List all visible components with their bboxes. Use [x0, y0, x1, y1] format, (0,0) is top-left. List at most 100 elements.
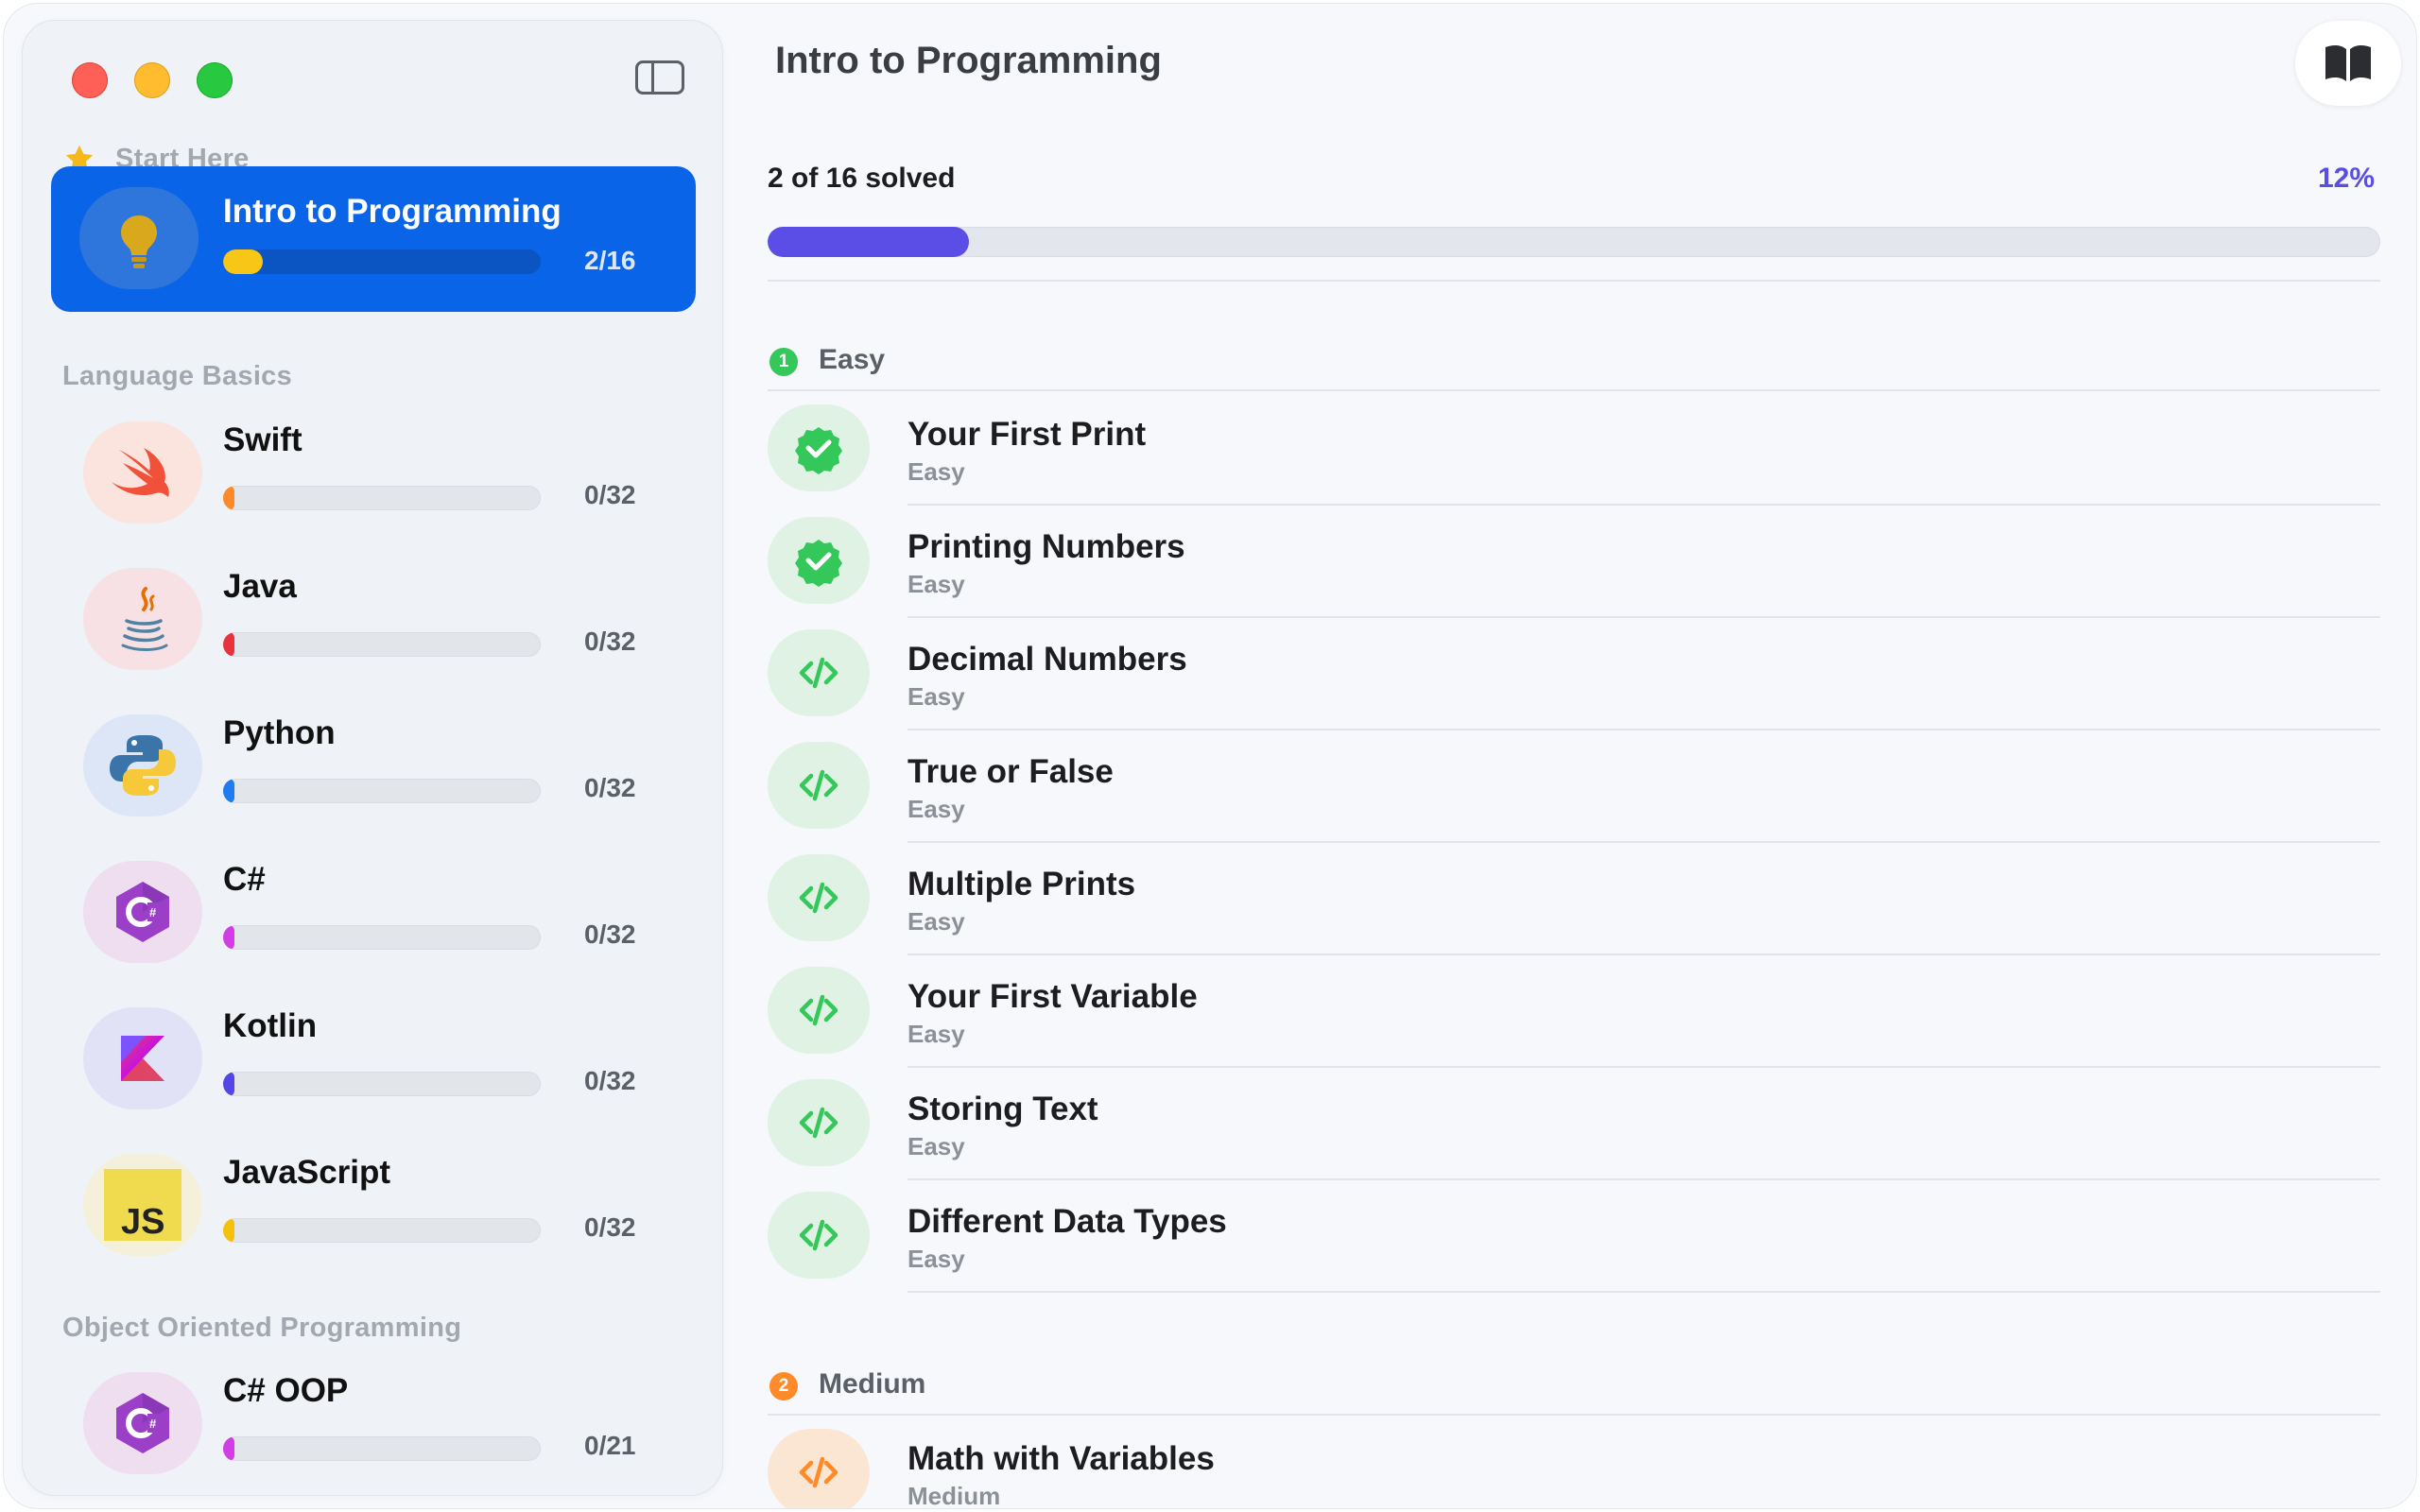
sidebar-item-javascript[interactable]: JS JavaScript 0/32: [51, 1135, 696, 1277]
sidebar-item-label: C# OOP: [223, 1372, 349, 1409]
exercise-row[interactable]: True or False Easy: [768, 729, 2380, 843]
sidebar-item-swift[interactable]: Swift 0/32: [51, 403, 696, 544]
exercise-row[interactable]: Your First Variable Easy: [768, 954, 2380, 1068]
book-icon: [2325, 44, 2371, 81]
sidebar-toggle-icon[interactable]: [635, 60, 684, 94]
exercise-title: True or False: [908, 753, 1114, 790]
exercise-row[interactable]: Multiple Prints Easy: [768, 841, 2380, 955]
code-icon: [768, 629, 870, 716]
progress-fill: [223, 1218, 234, 1243]
sidebar-item-label: Python: [223, 714, 336, 751]
exercise-difficulty: Easy: [908, 907, 965, 936]
sidebar-item-python[interactable]: Python 0/32: [51, 696, 696, 837]
sidebar-item-label: Swift: [223, 421, 302, 458]
exercise-difficulty: Easy: [908, 1245, 965, 1273]
row-divider: [908, 1291, 2380, 1293]
progress-fill: [223, 779, 234, 803]
sidebar: Start Here Intro to Programming 2/16 Lan…: [23, 21, 722, 1495]
progress-count: 0/32: [584, 627, 636, 656]
code-icon: [768, 1192, 870, 1279]
sidebar-item-csharp[interactable]: # C# 0/32: [51, 842, 696, 984]
featured-progress-fill: [223, 249, 263, 274]
checkmark-seal-icon: [768, 517, 870, 604]
progress-bar: [223, 1436, 541, 1461]
exercise-title: Different Data Types: [908, 1203, 1227, 1240]
overall-progress-bar: [768, 227, 2380, 257]
sidebar-item-label: JavaScript: [223, 1154, 391, 1191]
sidebar-item-label: C#: [223, 861, 266, 898]
group-number-badge: 2: [769, 1372, 798, 1400]
exercise-difficulty: Easy: [908, 1132, 965, 1160]
code-icon: [768, 1429, 870, 1508]
progress-fill: [223, 925, 234, 950]
progress-fill: [223, 486, 234, 510]
exercise-title: Storing Text: [908, 1091, 1098, 1127]
featured-title: Intro to Programming: [223, 193, 562, 230]
progress-fill: [223, 1072, 234, 1096]
code-icon: [768, 742, 870, 829]
exercise-row[interactable]: Math with Variables Medium: [768, 1416, 2380, 1508]
exercise-row[interactable]: Different Data Types Easy: [768, 1178, 2380, 1293]
sidebar-item-label: Kotlin: [223, 1007, 318, 1044]
python-icon: [83, 714, 202, 816]
sidebar-item-intro-to-programming[interactable]: Intro to Programming 2/16: [51, 166, 696, 312]
sidebar-item-java[interactable]: Java 0/32: [51, 549, 696, 691]
progress-fill: [223, 632, 234, 657]
lightbulb-icon: [79, 187, 199, 289]
zoom-window-button[interactable]: [197, 62, 233, 98]
exercise-difficulty: Easy: [908, 682, 965, 711]
minimize-window-button[interactable]: [134, 62, 170, 98]
code-icon: [768, 967, 870, 1054]
exercise-row[interactable]: Printing Numbers Easy: [768, 504, 2380, 618]
exercise-title: Decimal Numbers: [908, 641, 1187, 678]
exercise-title: Printing Numbers: [908, 528, 1185, 565]
exercise-difficulty: Easy: [908, 457, 965, 486]
exercise-difficulty: Medium: [908, 1482, 1001, 1508]
app-window: Start Here Intro to Programming 2/16 Lan…: [4, 4, 2416, 1508]
progress-bar: [223, 779, 541, 803]
exercise-title: Your First Variable: [908, 978, 1198, 1015]
exercise-difficulty: Easy: [908, 1020, 965, 1048]
exercise-row[interactable]: Your First Print Easy: [768, 391, 2380, 506]
exercise-title: Multiple Prints: [908, 866, 1136, 902]
code-icon: [768, 854, 870, 941]
group-label-easy: Easy: [819, 344, 886, 375]
exercise-title: Your First Print: [908, 416, 1147, 453]
section-object-oriented-programming: Object Oriented Programming: [62, 1313, 462, 1343]
progress-count: 0/32: [584, 773, 636, 802]
sidebar-item-csharp-oop[interactable]: # C# OOP 0/21: [51, 1353, 696, 1495]
exercise-row[interactable]: Storing Text Easy: [768, 1066, 2380, 1180]
progress-count: 0/32: [584, 1212, 636, 1242]
progress-bar: [223, 1218, 541, 1243]
exercise-title: Math with Variables: [908, 1440, 1215, 1477]
section-language-basics: Language Basics: [62, 361, 293, 391]
progress-count: 0/32: [584, 1066, 636, 1095]
progress-count: 0/32: [584, 919, 636, 949]
csharp-icon: #: [83, 1372, 202, 1474]
progress-percent: 12%: [2317, 163, 2375, 194]
group-label-medium: Medium: [819, 1368, 926, 1400]
solved-count: 2 of 16 solved: [768, 163, 956, 194]
javascript-icon: JS: [83, 1154, 202, 1256]
svg-text:JS: JS: [121, 1202, 164, 1242]
progress-bar: [223, 632, 541, 657]
progress-fill: [223, 1436, 234, 1461]
divider: [768, 280, 2380, 282]
close-window-button[interactable]: [72, 62, 108, 98]
page-title: Intro to Programming: [775, 40, 1162, 81]
exercise-difficulty: Easy: [908, 570, 965, 598]
progress-bar: [223, 1072, 541, 1096]
overall-progress-fill: [768, 227, 970, 257]
sidebar-item-label: Java: [223, 568, 297, 605]
progress-count: 0/32: [584, 480, 636, 509]
progress-count: 0/21: [584, 1431, 636, 1460]
java-icon: [83, 568, 202, 670]
exercise-row[interactable]: Decimal Numbers Easy: [768, 616, 2380, 730]
reader-button[interactable]: [2295, 21, 2401, 106]
group-number-badge: 1: [769, 348, 798, 376]
sidebar-item-kotlin[interactable]: Kotlin 0/32: [51, 988, 696, 1130]
code-icon: [768, 1079, 870, 1166]
csharp-icon: #: [83, 861, 202, 963]
featured-count: 2/16: [584, 246, 636, 275]
swift-icon: [83, 421, 202, 524]
